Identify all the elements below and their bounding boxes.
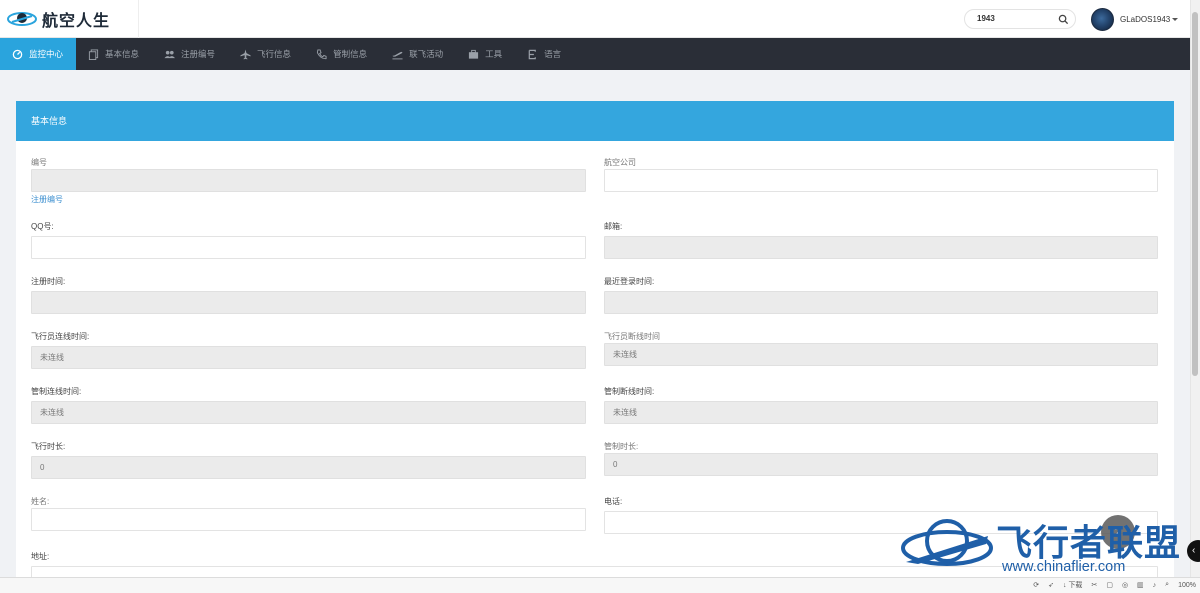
name-field[interactable] — [31, 508, 586, 531]
copy-icon — [88, 48, 99, 60]
site-logo[interactable]: 航空人生 — [6, 6, 110, 32]
nav-label: 基本信息 — [105, 49, 140, 59]
atc-hours-label: 管制时长: — [604, 442, 639, 451]
last-login-field — [604, 291, 1158, 314]
atc-disconnect-field: 未连线 — [604, 401, 1158, 424]
number-label: 编号 — [31, 158, 47, 167]
pilot-connect-field: 未连线 — [31, 346, 586, 369]
users-icon — [164, 50, 176, 58]
pilot-disconnect-field: 未连线 — [604, 343, 1158, 366]
nav-label: 联飞活动 — [409, 49, 444, 59]
flight-hours-label: 飞行时长: — [31, 442, 66, 451]
airline-label: 航空公司 — [604, 158, 636, 167]
brand-name: 航空人生 — [42, 11, 111, 30]
email-field — [604, 236, 1158, 259]
nav-label: 语言 — [544, 49, 562, 59]
reg-time-field — [31, 291, 586, 314]
zoom-icon[interactable]: ⌕ — [1165, 581, 1169, 589]
window-icon[interactable]: ▢ — [1106, 581, 1113, 589]
qq-field[interactable] — [31, 236, 586, 259]
chevron-down-icon[interactable] — [1172, 17, 1179, 21]
sound-icon[interactable]: ♪ — [1153, 582, 1157, 589]
download-icon[interactable]: ↓ 下载 — [1063, 580, 1082, 590]
language-icon — [528, 49, 536, 59]
globe-icon[interactable]: ◎ — [1122, 581, 1128, 589]
airline-field[interactable] — [604, 169, 1158, 192]
panel-title: 基本信息 — [16, 101, 1174, 141]
pilot-connect-label: 飞行员连线时间: — [31, 332, 90, 341]
nav-label: 监控中心 — [29, 49, 64, 59]
logo-icon — [7, 12, 37, 26]
flight-hours-field: 0 — [31, 456, 586, 479]
address-label: 地址: — [31, 552, 50, 561]
last-login-label: 最近登录时间: — [604, 277, 655, 286]
dashboard-icon — [12, 49, 23, 59]
nav-label: 飞行信息 — [257, 49, 292, 59]
nav-item-registration[interactable]: 注册编号 — [152, 38, 228, 70]
atc-connect-field: 未连线 — [31, 401, 586, 424]
watermark: 飞行者联盟 www.chinaflier.com — [898, 512, 1198, 578]
user-menu[interactable]: GLaDOS1943 — [1091, 7, 1179, 31]
nav-item-language[interactable]: 语言 — [515, 38, 574, 70]
avatar[interactable] — [1091, 7, 1114, 31]
username[interactable]: GLaDOS1943 — [1120, 15, 1170, 24]
header-divider — [138, 0, 139, 38]
layout-icon[interactable]: ▥ — [1137, 581, 1144, 589]
nav-item-dashboard[interactable]: 监控中心 — [0, 38, 77, 70]
watermark-url: www.chinaflier.com — [1002, 559, 1126, 575]
atc-disconnect-label: 管制断线时间: — [604, 387, 655, 396]
main-nav: 监控中心 基本信息 注册编号 飞行信息 管制信息 联飞活动 工具 语言 — [0, 38, 1190, 70]
plane-icon — [240, 48, 251, 59]
reg-time-label: 注册时间: — [31, 277, 66, 286]
phone-label: 电话: — [604, 497, 623, 506]
browser-status-bar: ⟳ ➶ ↓ 下载 ✂ ▢ ◎ ▥ ♪ ⌕ 100% — [0, 577, 1200, 593]
phone-icon — [316, 48, 327, 59]
top-header: 航空人生 GLaDOS1943 — [0, 0, 1190, 38]
status-items: ⟳ ➶ ↓ 下载 ✂ ▢ ◎ ▥ ♪ ⌕ 100% — [1024, 580, 1196, 590]
nav-label: 工具 — [485, 49, 503, 59]
briefcase-icon — [469, 49, 479, 59]
screenshot-icon[interactable]: ✂ — [1091, 581, 1097, 589]
scrollbar-thumb[interactable] — [1192, 12, 1198, 376]
search-box[interactable] — [964, 9, 1076, 29]
pilot-disconnect-label: 飞行员断线时间 — [604, 332, 660, 341]
email-label: 邮箱: — [604, 222, 623, 231]
nav-item-basic-info[interactable]: 基本信息 — [76, 38, 152, 70]
watermark-plane-icon — [901, 519, 993, 566]
nav-item-flight-info[interactable]: 飞行信息 — [228, 38, 304, 70]
atc-hours-field: 0 — [604, 453, 1158, 476]
number-field — [31, 169, 586, 192]
refresh-icon[interactable]: ⟳ — [1033, 581, 1039, 589]
nav-label: 管制信息 — [333, 49, 368, 59]
zoom-level[interactable]: 100% — [1178, 582, 1196, 589]
rocket-icon[interactable]: ➶ — [1048, 581, 1054, 589]
qq-label: QQ号: — [31, 222, 54, 231]
basic-info-panel: 基本信息 编号 注册编号 航空公司 QQ号: 邮箱: 注册时间: 最近登录时间:… — [16, 101, 1174, 589]
nav-item-atc-info[interactable]: 管制信息 — [304, 38, 380, 70]
nav-item-events[interactable]: 联飞活动 — [380, 38, 456, 70]
search-input[interactable] — [977, 14, 1047, 23]
nav-item-tools[interactable]: 工具 — [456, 38, 515, 70]
download-label: 下载 — [1068, 582, 1083, 589]
registration-number-link[interactable]: 注册编号 — [31, 194, 63, 205]
nav-label: 注册编号 — [181, 49, 216, 59]
search-icon[interactable] — [1058, 14, 1069, 25]
name-label: 姓名: — [31, 497, 50, 506]
takeoff-icon — [392, 51, 403, 59]
atc-connect-label: 管制连线时间: — [31, 387, 82, 396]
